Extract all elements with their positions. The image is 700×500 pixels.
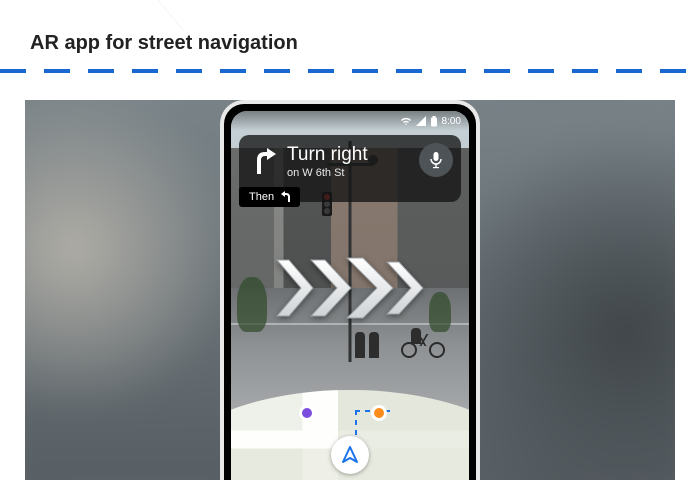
camera-cyclist bbox=[401, 330, 445, 358]
camera-pedestrian bbox=[369, 332, 379, 358]
showcase-frame: 8:00 Turn right on W 6th St bbox=[25, 100, 675, 480]
navigation-cursor-icon bbox=[340, 445, 360, 465]
camera-tree bbox=[429, 292, 451, 332]
turn-right-arrow-icon bbox=[251, 147, 277, 180]
current-location-button[interactable] bbox=[331, 436, 369, 474]
food-pin-icon[interactable] bbox=[374, 408, 384, 418]
status-time: 8:00 bbox=[442, 116, 461, 127]
next-step-label: Then bbox=[249, 191, 274, 203]
page-title: AR app for street navigation bbox=[0, 0, 700, 69]
mic-icon bbox=[429, 151, 443, 169]
battery-icon bbox=[430, 116, 438, 127]
turn-left-arrow-icon bbox=[280, 191, 292, 203]
cell-signal-icon bbox=[416, 116, 426, 126]
voice-button[interactable] bbox=[419, 143, 453, 177]
divider bbox=[0, 69, 700, 73]
mini-map[interactable] bbox=[231, 390, 469, 480]
next-step-chip[interactable]: Then bbox=[239, 187, 300, 207]
status-bar: 8:00 bbox=[231, 111, 469, 131]
camera-pedestrian bbox=[355, 332, 365, 358]
phone-mockup: 8:00 Turn right on W 6th St bbox=[220, 100, 480, 480]
camera-tree bbox=[237, 277, 267, 332]
wifi-icon bbox=[400, 116, 412, 126]
ar-direction-arrows bbox=[275, 256, 425, 320]
phone-screen: 8:00 Turn right on W 6th St bbox=[231, 111, 469, 480]
